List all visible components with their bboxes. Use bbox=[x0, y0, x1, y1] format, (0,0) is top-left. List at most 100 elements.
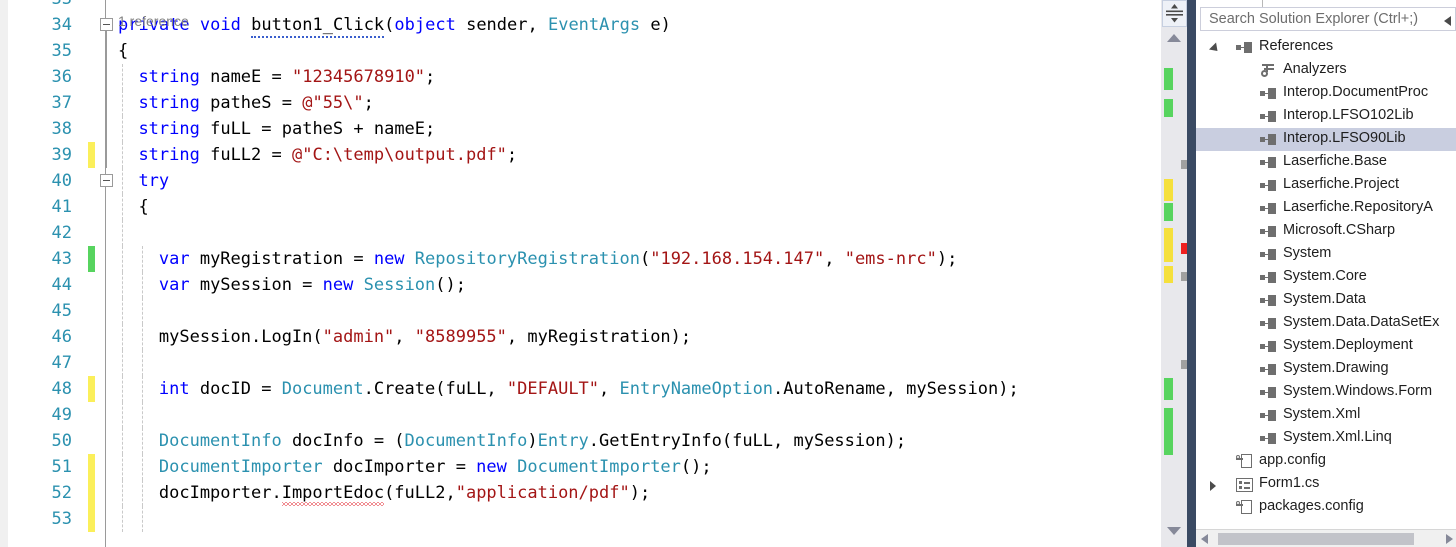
solution-explorer-item[interactable]: System.Data.DataSetEx bbox=[1196, 312, 1456, 335]
code-text[interactable]: string fuLL2 = @"C:\temp\output.pdf"; bbox=[138, 142, 517, 168]
code-text[interactable]: int docID = Document.Create(fuLL, "DEFAU… bbox=[159, 376, 1019, 402]
editor-vertical-scrollbar[interactable] bbox=[1161, 0, 1191, 547]
solution-explorer-item[interactable]: Laserfiche.Project bbox=[1196, 174, 1456, 197]
code-line[interactable]: 43 var myRegistration = new RepositoryReg… bbox=[0, 246, 1161, 272]
code-text[interactable]: var myRegistration = new RepositoryRegis… bbox=[159, 246, 957, 272]
solution-explorer-item[interactable]: System.Deployment bbox=[1196, 335, 1456, 358]
line-number: 47 bbox=[51, 353, 72, 373]
code-token: "8589955" bbox=[414, 327, 507, 347]
code-line[interactable]: 37 string patheS = @"55\"; bbox=[0, 90, 1161, 116]
config-file-icon bbox=[1236, 500, 1253, 515]
code-text[interactable]: string patheS = @"55\"; bbox=[138, 90, 373, 116]
code-line[interactable]: 38 string fuLL = patheS + nameE; bbox=[0, 116, 1161, 142]
scrollbar-change-marker[interactable] bbox=[1164, 228, 1173, 262]
solution-explorer-item[interactable]: Interop.DocumentProc bbox=[1196, 82, 1456, 105]
code-line[interactable]: 51 DocumentImporter docImporter = new Doc… bbox=[0, 454, 1161, 480]
hscroll-left-arrow[interactable] bbox=[1201, 534, 1208, 544]
code-text[interactable]: string nameE = "12345678910"; bbox=[138, 64, 435, 90]
scrollbar-change-marker[interactable] bbox=[1164, 266, 1173, 283]
solution-explorer-item[interactable]: System.Core bbox=[1196, 266, 1456, 289]
code-line[interactable]: 40 try bbox=[0, 168, 1161, 194]
reference-icon bbox=[1260, 157, 1276, 168]
code-token: "DEFAULT" bbox=[506, 379, 600, 399]
solution-explorer-item[interactable]: References bbox=[1196, 36, 1456, 59]
codelens-reference-hint[interactable]: 1 reference bbox=[118, 8, 189, 34]
code-line[interactable]: 44 var mySession = new Session(); bbox=[0, 272, 1161, 298]
code-token: ) bbox=[527, 431, 538, 451]
code-text[interactable]: DocumentImporter docImporter = new Docum… bbox=[159, 454, 712, 480]
code-token: docInfo = ( bbox=[281, 431, 405, 451]
code-line[interactable]: 35 { bbox=[0, 38, 1161, 64]
expander-open-icon[interactable] bbox=[1208, 42, 1222, 55]
solution-explorer-item[interactable]: packages.config bbox=[1196, 496, 1456, 519]
solution-explorer-item[interactable]: Microsoft.CSharp bbox=[1196, 220, 1456, 243]
solution-explorer-item[interactable]: Form1.cs bbox=[1196, 473, 1456, 496]
solution-explorer-item[interactable]: Laserfiche.Base bbox=[1196, 151, 1456, 174]
scroll-up-arrow[interactable] bbox=[1167, 34, 1181, 42]
indent-guide bbox=[142, 402, 144, 428]
code-text[interactable]: try bbox=[138, 168, 169, 194]
indent-guide bbox=[122, 90, 123, 116]
expander-collapsed-icon[interactable] bbox=[1210, 481, 1216, 491]
code-line[interactable]: 48 int docID = Document.Create(fuLL, "DEF… bbox=[0, 376, 1161, 402]
solution-explorer-item[interactable]: System.Drawing bbox=[1196, 358, 1456, 381]
solution-explorer-item[interactable]: System.Xml bbox=[1196, 404, 1456, 427]
search-dropdown-arrow-icon[interactable] bbox=[1444, 16, 1451, 26]
code-token: EntryNameOption bbox=[619, 379, 774, 399]
hscroll-thumb[interactable] bbox=[1218, 533, 1414, 545]
code-text[interactable]: string fuLL = patheS + nameE; bbox=[138, 116, 435, 142]
search-solution-explorer-input[interactable]: Search Solution Explorer (Ctrl+;) bbox=[1200, 7, 1456, 31]
code-line[interactable]: 46 mySession.LogIn("admin", "8589955", my… bbox=[0, 324, 1161, 350]
solution-explorer-item-label: Interop.LFSO90Lib bbox=[1283, 130, 1406, 146]
code-text[interactable]: docImporter.ImportEdoc(fuLL2,"applicatio… bbox=[159, 480, 650, 506]
solution-explorer-item[interactable]: Laserfiche.RepositoryA bbox=[1196, 197, 1456, 220]
scrollbar-change-marker[interactable] bbox=[1164, 99, 1173, 117]
code-text[interactable]: var mySession = new Session(); bbox=[159, 272, 466, 298]
reference-icon bbox=[1260, 318, 1276, 329]
scrollbar-change-marker[interactable] bbox=[1164, 408, 1173, 455]
outlining-collapse-method[interactable] bbox=[100, 18, 113, 31]
solution-explorer-horizontal-scrollbar[interactable] bbox=[1196, 529, 1456, 547]
solution-explorer-item[interactable]: System bbox=[1196, 243, 1456, 266]
editor-split-button[interactable] bbox=[1162, 0, 1187, 27]
solution-explorer-item[interactable]: Interop.LFSO102Lib bbox=[1196, 105, 1456, 128]
solution-explorer-item[interactable]: System.Data bbox=[1196, 289, 1456, 312]
solution-explorer-item[interactable]: app.config bbox=[1196, 450, 1456, 473]
scrollbar-change-marker[interactable] bbox=[1164, 378, 1173, 400]
solution-explorer-item[interactable]: System.Xml.Linq bbox=[1196, 427, 1456, 450]
code-text[interactable]: private void button1_Click(object sender… bbox=[118, 12, 671, 38]
indent-guide bbox=[142, 350, 144, 376]
code-text[interactable]: mySession.LogIn("admin", "8589955", myRe… bbox=[159, 324, 691, 350]
code-line[interactable]: 50 DocumentInfo docInfo = (DocumentInfo)E… bbox=[0, 428, 1161, 454]
code-text[interactable]: { bbox=[138, 194, 148, 220]
solution-explorer-item[interactable]: Interop.LFSO90Lib bbox=[1196, 128, 1456, 151]
code-line[interactable]: 45 bbox=[0, 298, 1161, 324]
solution-explorer-item[interactable]: Analyzers bbox=[1196, 59, 1456, 82]
scroll-down-arrow[interactable] bbox=[1167, 527, 1181, 535]
scrollbar-change-marker[interactable] bbox=[1164, 68, 1173, 90]
solution-explorer-item[interactable]: System.Windows.Form bbox=[1196, 381, 1456, 404]
hscroll-right-arrow[interactable] bbox=[1446, 534, 1453, 544]
scrollbar-change-marker[interactable] bbox=[1164, 179, 1173, 201]
reference-icon bbox=[1260, 410, 1276, 421]
code-line[interactable]: 41 { bbox=[0, 194, 1161, 220]
code-line[interactable]: 49 bbox=[0, 402, 1161, 428]
scrollbar-change-marker[interactable] bbox=[1164, 203, 1173, 221]
code-line[interactable]: 42 bbox=[0, 220, 1161, 246]
code-line[interactable]: 36 string nameE = "12345678910"; bbox=[0, 64, 1161, 90]
panel-divider[interactable] bbox=[1187, 0, 1196, 547]
code-text[interactable]: { bbox=[118, 38, 128, 64]
code-line[interactable]: 39 string fuLL2 = @"C:\temp\output.pdf"; bbox=[0, 142, 1161, 168]
code-surface[interactable]: 33 34 private void button1_Click(object se… bbox=[0, 0, 1161, 547]
code-line[interactable]: 53 bbox=[0, 506, 1161, 532]
solution-explorer-tree[interactable]: References Analyzers Interop.DocumentProc I… bbox=[1196, 36, 1456, 519]
code-editor[interactable]: 33 34 private void button1_Click(object se… bbox=[0, 0, 1161, 547]
code-line[interactable]: 47 bbox=[0, 350, 1161, 376]
code-token: string bbox=[138, 67, 200, 87]
code-token: Session bbox=[363, 275, 436, 295]
indent-guide bbox=[122, 168, 123, 194]
outlining-collapse-try[interactable] bbox=[100, 174, 113, 187]
code-line[interactable]: 52 docImporter.ImportEdoc(fuLL2,"applicat… bbox=[0, 480, 1161, 506]
code-text[interactable]: DocumentInfo docInfo = (DocumentInfo)Ent… bbox=[159, 428, 906, 454]
